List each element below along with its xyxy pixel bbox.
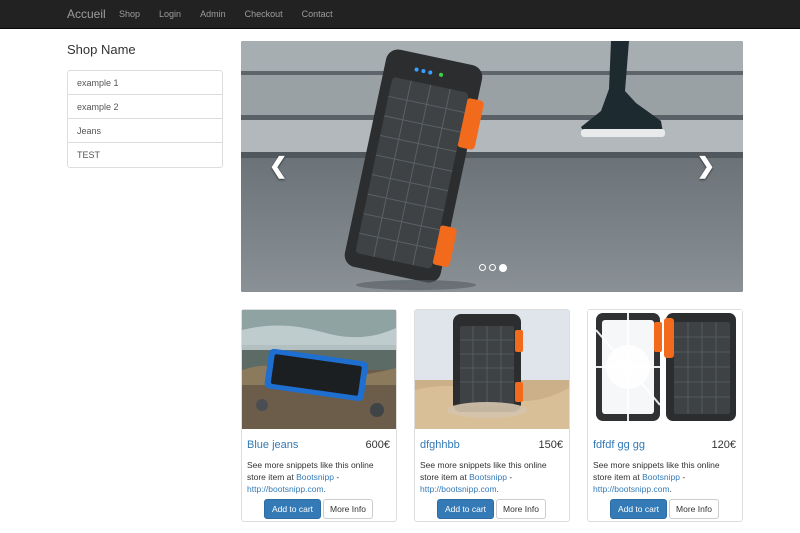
more-info-button[interactable]: More Info (323, 499, 373, 519)
nav-link-admin[interactable]: Admin (200, 9, 226, 19)
product-image[interactable] (242, 310, 396, 429)
product-description: See more snippets like this online store… (593, 459, 739, 495)
category-item-example-1[interactable]: example 1 (68, 71, 222, 95)
bootsnipp-link[interactable]: Bootsnipp (642, 472, 680, 482)
carousel-indicator-3[interactable] (499, 263, 507, 272)
add-to-cart-button[interactable]: Add to cart (437, 499, 494, 519)
carousel-indicator-2[interactable] (489, 264, 496, 271)
product-card: Blue jeans 600€ See more snippets like t… (241, 309, 397, 522)
product-description-separator: - (679, 472, 686, 482)
product-description-suffix: . (669, 484, 672, 494)
product-price: 600€ (365, 439, 390, 451)
product-description: See more snippets like this online store… (247, 459, 393, 495)
nav-link-shop[interactable]: Shop (119, 9, 140, 19)
category-item-test[interactable]: TEST (68, 143, 222, 167)
navbar-links: Shop Login Admin Checkout Contact (119, 9, 352, 19)
product-title-link[interactable]: fdfdf gg gg (593, 439, 645, 451)
hero-carousel: ❮ ❯ (241, 41, 743, 292)
bootsnipp-url-link[interactable]: http://bootsnipp.com (247, 484, 324, 494)
chevron-right-icon[interactable]: ❯ (697, 153, 715, 179)
product-card: dfghhbb 150€ See more snippets like this… (414, 309, 570, 522)
product-description: See more snippets like this online store… (420, 459, 566, 495)
carousel-indicator-1[interactable] (479, 264, 486, 271)
product-title-link[interactable]: dfghhbb (420, 439, 460, 451)
add-to-cart-button[interactable]: Add to cart (610, 499, 667, 519)
category-item-jeans[interactable]: Jeans (68, 119, 222, 143)
bootsnipp-url-link[interactable]: http://bootsnipp.com (593, 484, 670, 494)
category-list: example 1 example 2 Jeans TEST (67, 70, 223, 168)
navbar-brand[interactable]: Accueil (67, 7, 106, 21)
product-description-suffix: . (323, 484, 326, 494)
product-description-separator: - (333, 472, 340, 482)
product-title-link[interactable]: Blue jeans (247, 439, 298, 451)
nav-link-login[interactable]: Login (159, 9, 181, 19)
carousel-slide-image (241, 41, 743, 292)
product-description-suffix: . (496, 484, 499, 494)
category-item-example-2[interactable]: example 2 (68, 95, 222, 119)
product-image[interactable] (588, 310, 742, 429)
more-info-button[interactable]: More Info (496, 499, 546, 519)
add-to-cart-button[interactable]: Add to cart (264, 499, 321, 519)
product-price: 150€ (538, 439, 563, 451)
navbar: Accueil Shop Login Admin Checkout Contac… (0, 0, 800, 29)
shop-name-heading: Shop Name (67, 42, 136, 57)
product-image[interactable] (415, 310, 569, 429)
chevron-left-icon[interactable]: ❮ (269, 153, 287, 179)
more-info-button[interactable]: More Info (669, 499, 719, 519)
nav-link-checkout[interactable]: Checkout (245, 9, 283, 19)
bootsnipp-link[interactable]: Bootsnipp (469, 472, 507, 482)
product-description-separator: - (506, 472, 513, 482)
product-price: 120€ (711, 439, 736, 451)
carousel-indicators (479, 263, 510, 272)
product-card: fdfdf gg gg 120€ See more snippets like … (587, 309, 743, 522)
bootsnipp-link[interactable]: Bootsnipp (296, 472, 334, 482)
nav-link-contact[interactable]: Contact (302, 9, 333, 19)
bootsnipp-url-link[interactable]: http://bootsnipp.com (420, 484, 497, 494)
